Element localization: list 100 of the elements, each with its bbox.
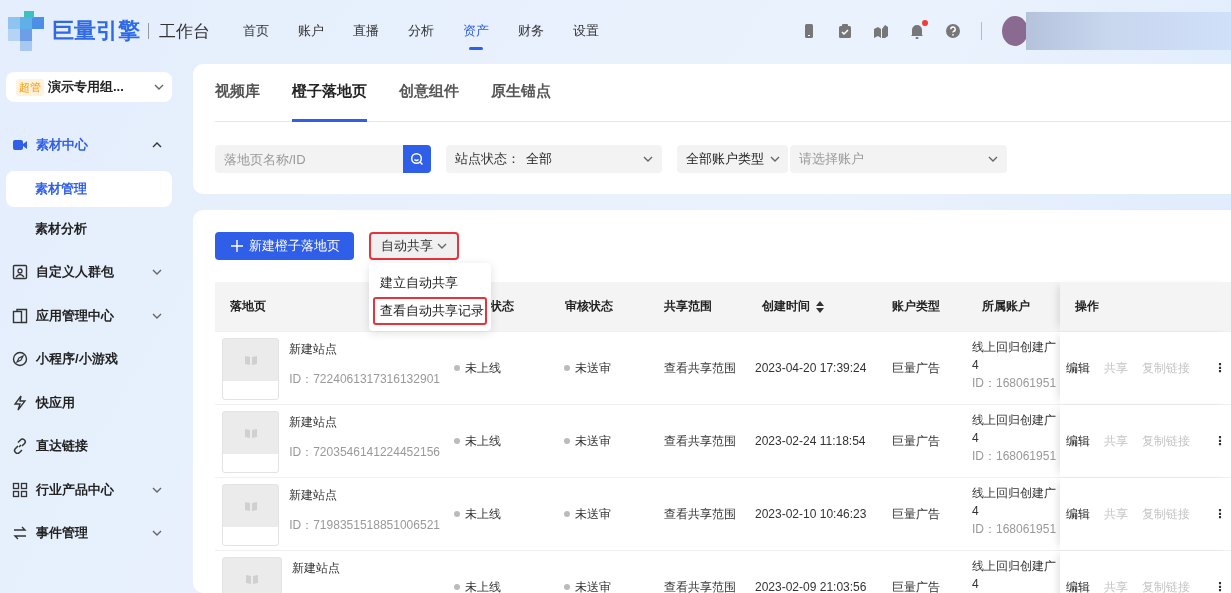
nav-tab[interactable]: 财务 (503, 14, 558, 48)
status-text: 未上线 (465, 432, 501, 450)
sidebar-item[interactable]: 行业产品中心 (6, 468, 172, 512)
select-label: 站点状态： (455, 150, 520, 168)
more-button[interactable]: ⋮ (1214, 434, 1226, 448)
book-icon (244, 428, 257, 438)
lightning-icon (12, 394, 28, 411)
sidebar-item[interactable]: 事件管理 (6, 511, 172, 555)
action-link[interactable]: 编辑 (1066, 359, 1090, 377)
table-cell: 巨量广告 (892, 432, 940, 450)
table-cell: 2023-02-09 21:03:56 (755, 580, 867, 593)
map-icon[interactable] (873, 23, 889, 39)
page-name: 新建站点 (289, 341, 339, 358)
column-header: 操作 (1075, 298, 1099, 315)
tab[interactable]: 橙子落地页 (292, 82, 367, 122)
create-button[interactable]: 新建橙子落地页 (215, 232, 354, 260)
sidebar-item[interactable]: 素材中心 (6, 123, 172, 167)
logo-text: 巨量引擎 (52, 17, 140, 45)
sidebar-item[interactable]: 直达链接 (6, 424, 172, 468)
page-id: ID：7203546141224452156 (289, 444, 440, 461)
status-text: 未送审 (575, 578, 611, 593)
compass-icon (12, 351, 28, 368)
account-text: 4 (972, 503, 979, 520)
nav-tab[interactable]: 资产 (448, 14, 503, 48)
menu-item[interactable]: 建立自动共享 (373, 269, 487, 297)
status-text: 未送审 (575, 359, 611, 377)
search-button[interactable] (403, 145, 431, 173)
nav-tab[interactable]: 账户 (283, 14, 338, 48)
book-icon (244, 501, 257, 511)
tab[interactable]: 原生锚点 (491, 82, 551, 122)
link-icon (12, 438, 28, 455)
search-field[interactable]: 落地页名称/ID (215, 145, 403, 173)
book-icon (246, 574, 258, 584)
account-type-select[interactable]: 全部账户类型 (677, 145, 788, 173)
status-text: 未送审 (575, 432, 611, 450)
scope-link[interactable]: 查看共享范围 (664, 432, 736, 450)
table-cell: 2023-04-20 17:39:24 (755, 361, 867, 375)
chevron-icon (988, 156, 998, 162)
action-link[interactable]: 编辑 (1066, 578, 1090, 593)
table-cell: 2023-02-10 10:46:23 (755, 507, 867, 521)
action-link[interactable]: 编辑 (1066, 432, 1090, 450)
menu-item[interactable]: 查看自动共享记录 (373, 297, 487, 325)
plus-icon (231, 240, 243, 252)
nav-tab[interactable]: 分析 (393, 14, 448, 48)
swap-icon (12, 525, 28, 542)
column-header: 审核状态 (565, 298, 613, 315)
scope-link[interactable]: 查看共享范围 (664, 578, 736, 593)
bell-icon[interactable] (909, 23, 925, 39)
status-text: 未上线 (465, 578, 501, 593)
scope-link[interactable]: 查看共享范围 (664, 505, 736, 523)
account-text: ID：168061951 (972, 448, 1057, 465)
sidebar-item[interactable]: 应用管理中心 (6, 294, 172, 338)
more-button[interactable]: ⋮ (1214, 361, 1226, 375)
page-name: 新建站点 (292, 560, 340, 577)
clipboard-check-icon[interactable] (837, 23, 853, 39)
account-text: 4 (972, 576, 979, 593)
product-name: 工作台 (159, 20, 210, 43)
help-icon[interactable] (945, 23, 961, 39)
sidebar-item[interactable]: 快应用 (6, 381, 172, 425)
status-dot (454, 365, 460, 371)
column-header: 账户类型 (892, 298, 940, 315)
status-text: 未送审 (575, 505, 611, 523)
column-header: 共享范围 (664, 298, 712, 315)
tab[interactable]: 视频库 (215, 82, 260, 122)
action-link[interactable]: 编辑 (1066, 505, 1090, 523)
status-dot (454, 438, 460, 444)
nav-tab[interactable]: 首页 (228, 14, 283, 48)
sort-icon[interactable] (816, 300, 824, 313)
account-text: 线上回归创建广 (972, 485, 1056, 502)
table-cell: 巨量广告 (892, 359, 940, 377)
column-header: 创建时间 (762, 298, 810, 315)
grid-icon (12, 481, 28, 498)
app-window-icon (12, 307, 28, 324)
avatar[interactable] (1002, 16, 1028, 46)
select-value: 全部账户类型 (686, 150, 764, 168)
id-card-icon (12, 264, 28, 281)
table-cell: 巨量广告 (892, 578, 940, 593)
account-text: ID：168061951 (972, 521, 1057, 538)
status-dot (564, 511, 570, 517)
role-badge: 超管 (16, 78, 44, 96)
page-id: ID：7224061317316132901 (289, 371, 440, 388)
more-button[interactable]: ⋮ (1214, 580, 1226, 593)
sidebar-item[interactable]: 小程序/小游戏 (6, 337, 172, 381)
column-header: 所属账户 (982, 298, 1030, 315)
chevron-icon (770, 156, 780, 162)
page-id: ID：7198351518851006521 (289, 517, 440, 534)
auto-share-dropdown[interactable]: 自动共享 (369, 232, 459, 260)
nav-tab[interactable]: 直播 (338, 14, 393, 48)
nav-tab[interactable]: 设置 (558, 14, 613, 48)
sidebar-item[interactable]: 自定义人群包 (6, 250, 172, 294)
org-selector[interactable]: 超管 演示专用组... (6, 72, 172, 102)
status-select[interactable]: 站点状态： 全部 (446, 145, 662, 173)
sidebar-subitem[interactable]: 素材管理 (6, 170, 172, 207)
more-button[interactable]: ⋮ (1214, 507, 1226, 521)
select-placeholder: 请选择账户 (799, 150, 864, 168)
tab[interactable]: 创意组件 (399, 82, 459, 122)
sidebar-subitem[interactable]: 素材分析 (6, 210, 172, 247)
column-header: 落地页 (230, 298, 266, 315)
scope-link[interactable]: 查看共享范围 (664, 359, 736, 377)
chevron-icon (437, 243, 447, 249)
